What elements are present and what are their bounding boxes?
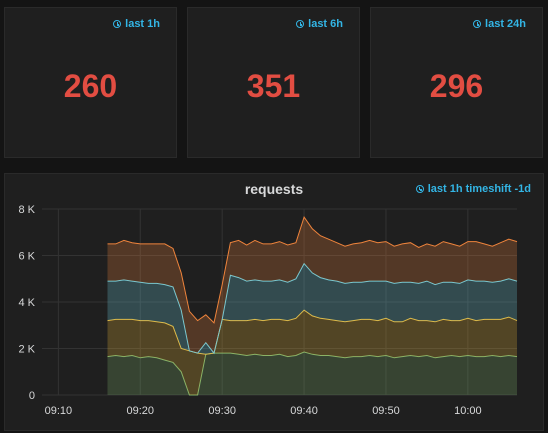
x-tick-label: 09:10 [45,405,73,417]
x-tick-label: 10:00 [454,405,482,417]
y-tick-label: 2 K [18,344,35,356]
y-tick-label: 8 K [18,204,35,216]
x-tick-label: 09:30 [208,405,236,417]
x-tick-label: 09:20 [127,405,155,417]
y-tick-label: 4 K [18,297,35,309]
x-tick-label: 09:40 [290,405,318,417]
requests-chart[interactable]: 0 2 K 4 K 6 K 8 K 09:10 09:20 09:30 09:40 09:50 10… [0,0,548,433]
x-tick-label: 09:50 [372,405,400,417]
y-tick-label: 6 K [18,251,35,263]
y-tick-label: 0 [29,390,35,402]
